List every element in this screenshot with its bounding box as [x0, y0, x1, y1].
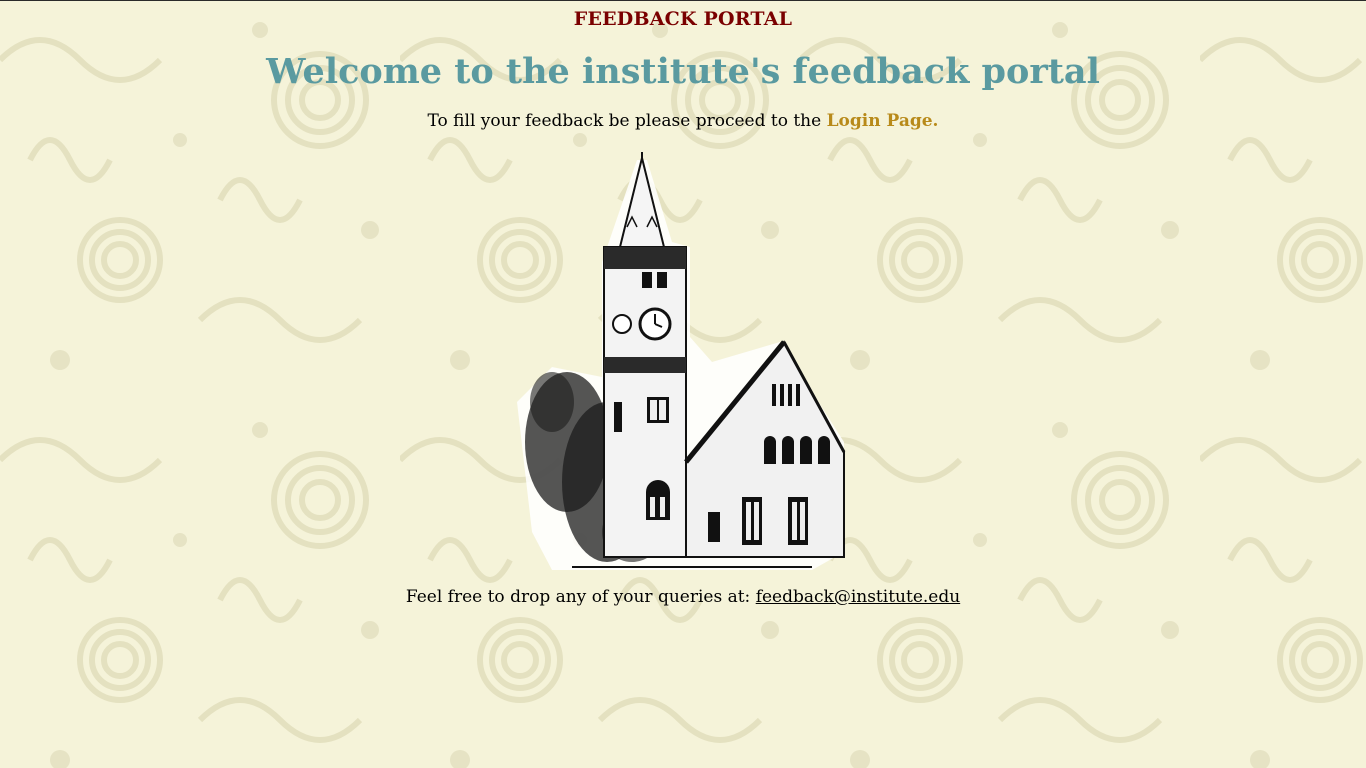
portal-title: FEEDBACK PORTAL [573, 8, 793, 30]
query-paragraph: Feel free to drop any of your queries at… [0, 587, 1366, 607]
feedback-email-link[interactable]: feedback@institute.edu [756, 587, 960, 607]
clock-tower-building-illustration [517, 152, 846, 570]
query-text: Feel free to drop any of your queries at… [405, 587, 756, 607]
welcome-heading: Welcome to the institute's feedback port… [266, 51, 1100, 92]
intro-paragraph: To fill your feedback be please proceed … [0, 111, 1366, 131]
login-page-link[interactable]: Login Page. [827, 111, 939, 131]
intro-text: To fill your feedback be please proceed … [427, 111, 827, 131]
